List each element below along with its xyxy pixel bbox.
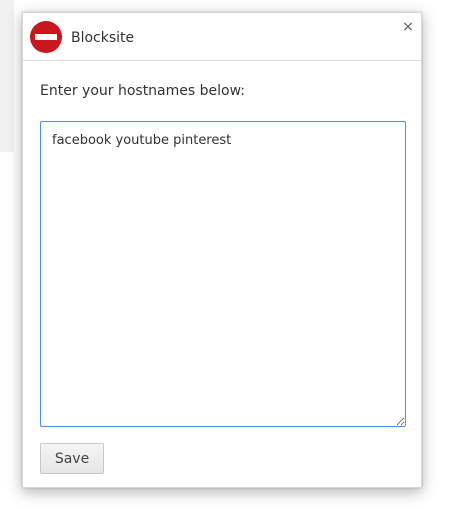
instruction-label: Enter your hostnames below: xyxy=(40,83,245,99)
no-entry-bar xyxy=(35,34,57,40)
dialog-header: Blocksite × xyxy=(23,13,421,61)
background-panel xyxy=(0,0,14,152)
no-entry-icon xyxy=(30,21,62,53)
close-icon[interactable]: × xyxy=(401,20,415,34)
blocksite-dialog: Blocksite × Enter your hostnames below: … xyxy=(22,12,422,488)
save-button[interactable]: Save xyxy=(40,443,104,474)
app-title: Blocksite xyxy=(71,30,135,46)
hostnames-textarea[interactable]: facebook youtube pinterest xyxy=(40,121,406,427)
